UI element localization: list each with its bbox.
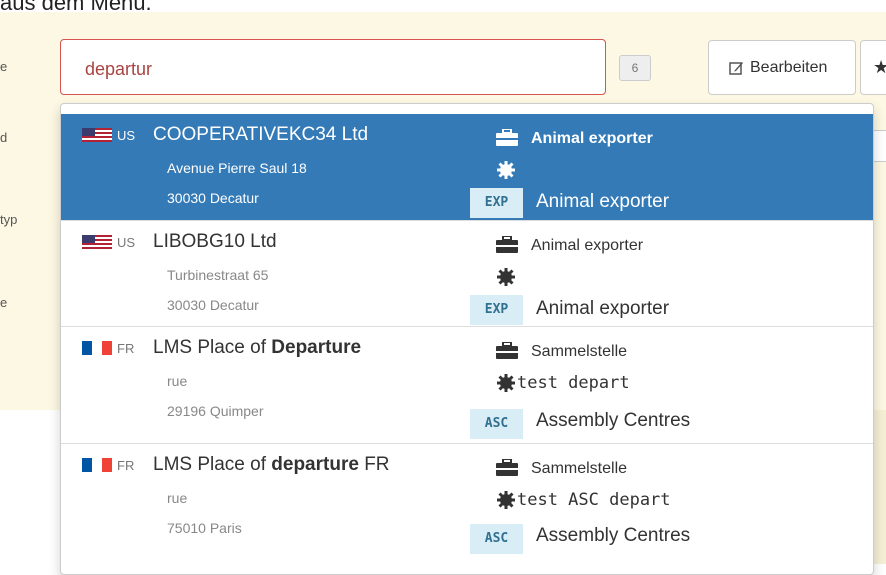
briefcase-icon: [496, 459, 518, 476]
operator-name: LMS Place of Departure: [153, 337, 362, 358]
us-flag-icon: [82, 128, 112, 142]
address-city: 29196 Quimper: [167, 403, 264, 419]
role-label: Animal exporter: [531, 130, 653, 147]
operator-name: COOPERATIVEKC34 Ltd: [153, 124, 369, 145]
address-street: rue: [167, 490, 188, 506]
address-city: 30030 Decatur: [167, 190, 259, 206]
type-label: Animal exporter: [536, 191, 670, 212]
edit-button[interactable]: Bearbeiten: [708, 40, 856, 95]
star-icon: ★: [873, 57, 886, 77]
address-street: rue: [167, 373, 188, 389]
result-count-badge: 6: [619, 55, 651, 81]
country-code: FR: [117, 458, 135, 473]
activity-detail: test ASC depart: [517, 490, 671, 510]
search-field[interactable]: [60, 39, 606, 95]
briefcase-icon: [496, 342, 518, 359]
type-label: Animal exporter: [536, 298, 670, 319]
address-city: 75010 Paris: [167, 520, 242, 536]
edit-icon: [729, 61, 743, 75]
fr-flag-icon: [82, 458, 112, 472]
address-street: Avenue Pierre Saul 18: [167, 160, 307, 176]
result-item[interactable]: US LIBOBG10 Ltd Turbinestraat 65 30030 D…: [61, 221, 873, 327]
country-code: US: [117, 128, 136, 143]
gear-icon: [497, 268, 515, 286]
field-label: typ: [0, 212, 18, 227]
address-street: Turbinestraat 65: [167, 267, 269, 283]
address-city: 30030 Decatur: [167, 297, 259, 313]
type-label: Assembly Centres: [536, 410, 691, 431]
field-label: e: [0, 295, 8, 310]
field-label: e: [0, 59, 8, 74]
type-code-badge: EXP: [470, 188, 523, 218]
edit-button-label: Bearbeiten: [750, 58, 828, 76]
autocomplete-dropdown: US COOPERATIVEKC34 Ltd Avenue Pierre Sau…: [60, 103, 874, 575]
favorite-button[interactable]: ★: [860, 40, 886, 95]
field-label: d: [0, 130, 8, 145]
us-flag-icon: [82, 235, 112, 249]
search-input[interactable]: [83, 54, 587, 84]
operator-name: LMS Place of departure FR: [153, 454, 390, 475]
fr-flag-icon: [82, 341, 112, 355]
briefcase-icon: [496, 236, 518, 253]
role-label: Sammelstelle: [531, 460, 628, 477]
result-item[interactable]: FR LMS Place of departure FR rue 75010 P…: [61, 444, 873, 574]
gear-icon: [497, 491, 515, 509]
result-item[interactable]: FR LMS Place of Departure rue 29196 Quim…: [61, 327, 873, 444]
briefcase-icon: [496, 129, 518, 146]
activity-detail: test depart: [517, 373, 630, 393]
gear-icon: [497, 161, 515, 179]
type-code-badge: EXP: [470, 295, 523, 325]
result-item[interactable]: US COOPERATIVEKC34 Ltd Avenue Pierre Sau…: [61, 114, 873, 221]
country-code: US: [117, 235, 136, 250]
country-code: FR: [117, 341, 135, 356]
background-decoration: [872, 410, 886, 564]
role-label: Animal exporter: [531, 237, 644, 254]
type-code-badge: ASC: [470, 409, 523, 439]
type-label: Assembly Centres: [536, 525, 691, 546]
gear-icon: [497, 374, 515, 392]
role-label: Sammelstelle: [531, 343, 628, 360]
operator-name: LIBOBG10 Ltd: [153, 231, 277, 252]
type-code-badge: ASC: [470, 524, 523, 554]
